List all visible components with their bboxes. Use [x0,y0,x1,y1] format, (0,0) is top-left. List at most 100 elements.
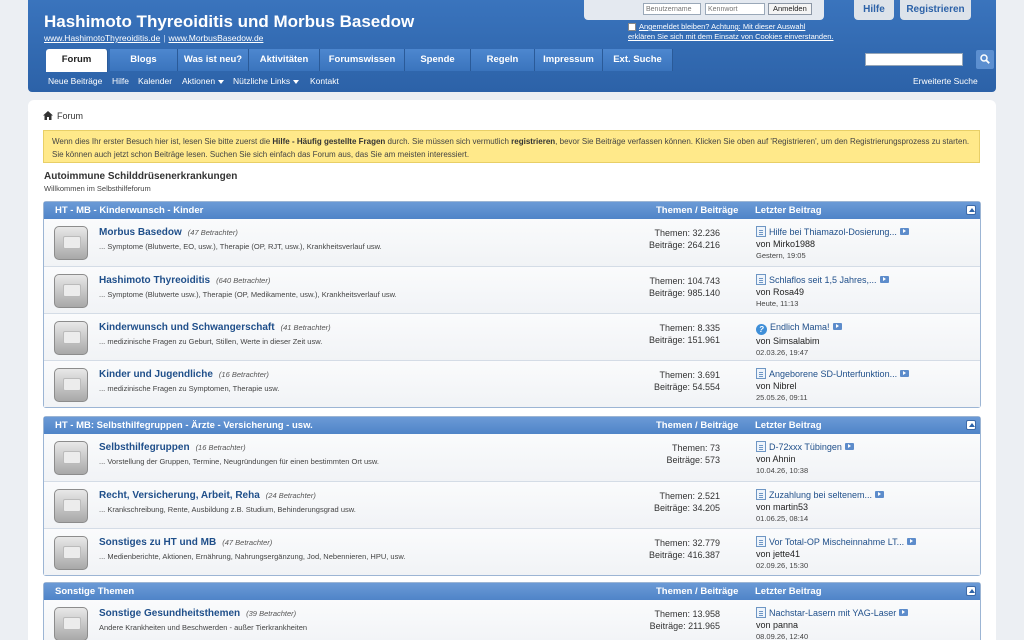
subnav-actions[interactable]: Aktionen [182,76,225,86]
last-post-link[interactable]: Nachstar-Lasern mit YAG-Laser [769,608,896,618]
go-to-post-icon[interactable] [875,491,885,498]
tab-forumswissen[interactable]: Forumswissen [320,49,405,71]
col-stats-header: Themen / Beiträge [656,205,739,216]
subnav-calendar[interactable]: Kalender [138,76,172,86]
last-post-link[interactable]: Vor Total-OP Mischeinnahme LT... [769,537,904,547]
go-to-post-icon[interactable] [832,323,842,330]
collapse-icon[interactable] [966,205,976,215]
last-post-author[interactable]: von jette41 [756,548,916,560]
last-post-link[interactable]: Zuzahlung bei seltenem... [769,490,872,500]
last-post-author[interactable]: von Rosa49 [756,286,889,298]
last-post-author[interactable]: von Ahnin [756,453,854,465]
thread-count: Themen: 104.743 [649,276,720,286]
remember-me[interactable]: Angemeldet bleiben? Achtung: Mit dieser … [628,22,834,42]
thread-icon [756,536,766,547]
last-post-link[interactable]: Endlich Mama! [770,322,830,332]
post-count: Beiträge: 211.965 [649,621,720,631]
forum-title: Morbus Basedow (47 Betrachter) [99,227,238,238]
login-button[interactable]: Anmelden [768,3,812,15]
forum-viewers: (16 Betrachter) [195,443,246,452]
tab-whats-new[interactable]: Was ist neu? [178,49,249,71]
forum-title: Kinderwunsch und Schwangerschaft (41 Betr… [99,322,331,333]
go-to-post-icon[interactable] [900,370,910,377]
section-title[interactable]: Sonstige Themen [55,583,134,600]
category-subtitle: Willkommen im Selbsthilfeforum [44,184,151,193]
tab-imprint[interactable]: Impressum [535,49,603,71]
forum-description: Andere Krankheiten und Beschwerden - auß… [99,623,308,632]
remember-checkbox[interactable] [628,23,636,32]
home-icon[interactable] [43,111,53,120]
forum-viewers: (640 Betrachter) [216,276,271,285]
forum-description: ... Krankschreibung, Rente, Ausbildung z… [99,505,356,514]
go-to-post-icon[interactable] [899,609,909,616]
tab-rules[interactable]: Regeln [471,49,535,71]
search-button[interactable] [976,50,994,69]
subnav-useful-links[interactable]: Nützliche Links [233,76,300,86]
forum-link[interactable]: Recht, Versicherung, Arbeit, Reha [99,490,260,501]
section-title[interactable]: HT - MB: Selbsthilfegruppen - Ärzte - Ve… [55,417,313,434]
go-to-post-icon[interactable] [907,538,917,545]
chevron-down-icon [293,79,300,84]
tab-donate[interactable]: Spende [405,49,471,71]
thread-icon [756,489,766,500]
last-post-author[interactable]: von martin53 [756,501,884,513]
section-title[interactable]: HT - MB - Kinderwunsch - Kinder [55,202,203,219]
help-button[interactable]: Hilfe [854,0,894,20]
password-field[interactable] [705,3,765,15]
last-post-date: 25.05.26, 09:11 [756,393,808,402]
forum-link[interactable]: Selbsthilfegruppen [99,442,190,453]
last-post-link[interactable]: Hilfe bei Thiamazol-Dosierung... [769,227,897,237]
advanced-search-link[interactable]: Erweiterte Suche [913,76,978,86]
subnav-contact[interactable]: Kontakt [310,76,339,86]
breadcrumb: Forum [43,111,83,121]
last-post-author[interactable]: von Nibrel [756,380,909,392]
collapse-icon[interactable] [966,420,976,430]
post-count: Beiträge: 34.205 [653,503,720,513]
go-to-post-icon[interactable] [844,443,854,450]
search-input[interactable] [865,53,963,66]
forum-link[interactable]: Kinderwunsch und Schwangerschaft [99,322,275,333]
site-title[interactable]: Hashimoto Thyreoiditis und Morbus Basedo… [44,12,414,32]
last-post-author[interactable]: von panna [756,619,908,631]
collapse-icon[interactable] [966,586,976,596]
category-title[interactable]: Autoimmune Schilddrüsenerkrankungen [44,171,237,182]
last-post-author[interactable]: von Simsalabim [756,335,842,347]
notice-text-1: Wenn dies Ihr erster Besuch hier ist, le… [52,137,273,146]
tab-forum[interactable]: Forum [46,49,108,72]
thread-icon [756,226,766,237]
last-post-link[interactable]: D-72xxx Tübingen [769,442,842,452]
username-field[interactable] [643,3,701,15]
last-post: Nachstar-Lasern mit YAG-Laser von panna 08… [756,607,909,640]
forum-link[interactable]: Sonstige Gesundheitsthemen [99,608,240,619]
register-button[interactable]: Registrieren [900,0,971,20]
forum-link[interactable]: Hashimoto Thyreoiditis [99,275,210,286]
basedow-site-link[interactable]: www.MorbusBasedow.de [168,33,263,43]
last-post-date: 10.04.26, 10:38 [756,466,809,475]
forum-link[interactable]: Morbus Basedow [99,227,182,238]
tab-ext-search[interactable]: Ext. Suche [603,49,673,71]
tab-activities[interactable]: Aktivitäten [249,49,320,71]
faq-link[interactable]: Hilfe - Häufig gestellte Fragen [272,137,385,146]
forum-status-icon [54,368,88,402]
hashimoto-site-link[interactable]: www.HashimotoThyreoiditis.de [44,33,160,43]
last-post-link[interactable]: Angeborene SD-Unterfunktion... [769,369,897,379]
go-to-post-icon[interactable] [879,276,889,283]
thread-icon [756,368,766,379]
last-post-author[interactable]: von Mirko1988 [756,238,909,250]
post-count: Beiträge: 416.387 [648,550,720,560]
forum-title: Recht, Versicherung, Arbeit, Reha (24 Bet… [99,490,316,501]
last-post-date: 01.06.25, 08:14 [756,514,809,523]
go-to-post-icon[interactable] [899,228,909,235]
post-count: Beiträge: 985.140 [648,288,720,298]
forum-section: HT - MB: Selbsthilfegruppen - Ärzte - Ve… [43,416,981,576]
main-navbar: Forum Blogs Was ist neu? Aktivitäten For… [28,49,996,72]
subnav-new-posts[interactable]: Neue Beiträge [48,76,102,86]
register-link[interactable]: registrieren [511,137,555,146]
last-post-link[interactable]: Schlaflos seit 1,5 Jahres,... [769,275,877,285]
subnav-help[interactable]: Hilfe [112,76,129,86]
breadcrumb-forum[interactable]: Forum [57,111,83,121]
forum-link[interactable]: Kinder und Jugendliche [99,369,213,380]
tab-blogs[interactable]: Blogs [110,49,178,71]
subnav-actions-label: Aktionen [182,76,216,86]
forum-link[interactable]: Sonstiges zu HT und MB [99,537,216,548]
